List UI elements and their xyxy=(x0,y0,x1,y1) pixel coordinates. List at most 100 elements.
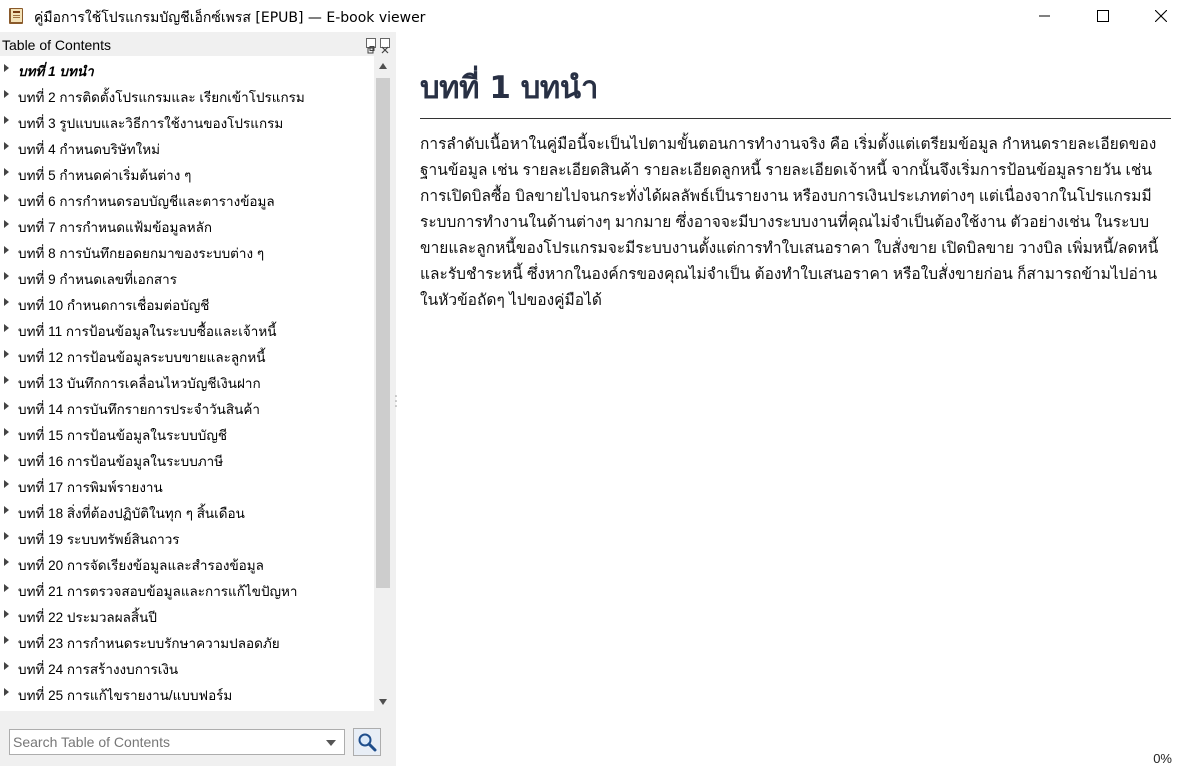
chapter-title: บทที่ 1 บทนำ xyxy=(420,70,598,106)
toc-item-label: บทที่ 7 การกำหนดแฟ้มข้อมูลหลัก xyxy=(18,220,213,235)
title-divider xyxy=(420,118,1171,119)
toc-item[interactable]: บทที่ 16 การป้อนข้อมูลในระบบภาษี xyxy=(0,446,374,472)
toc-item-label: บทที่ 5 กำหนดค่าเริ่มต้นต่าง ๆ xyxy=(18,168,192,183)
expand-arrow-icon[interactable] xyxy=(4,272,9,280)
expand-arrow-icon[interactable] xyxy=(4,558,9,566)
toc-scrollbar[interactable] xyxy=(374,56,392,711)
chevron-down-icon[interactable] xyxy=(326,740,336,746)
toc-item[interactable]: บทที่ 14 การบันทึกรายการประจำวันสินค้า xyxy=(0,394,374,420)
chapter-paragraph: การลำดับเนื้อหาในคู่มือนี้จะเป็นไปตามขั้… xyxy=(420,136,1159,309)
toc-item[interactable]: บทที่ 21 การตรวจสอบข้อมูลและการแก้ไขปัญห… xyxy=(0,576,374,602)
expand-arrow-icon[interactable] xyxy=(4,194,9,202)
toc-item[interactable]: บทที่ 10 กำหนดการเชื่อมต่อบัญชี xyxy=(0,290,374,316)
toc-item[interactable]: บทที่ 12 การป้อนข้อมูลระบบขายและลูกหนี้ xyxy=(0,342,374,368)
window-title: คู่มือการใช้โปรแกรมบัญชีเอ็กซ์เพรส [EPUB… xyxy=(34,10,426,26)
toc-item-label: บทที่ 9 กำหนดเลขที่เอกสาร xyxy=(18,272,178,287)
expand-arrow-icon[interactable] xyxy=(4,220,9,228)
float-panel-icon[interactable] xyxy=(366,38,376,54)
toc-list: บทที่ 1 บทนำบทที่ 2 การติดตั้งโปรแกรมและ… xyxy=(0,56,374,711)
toc-item[interactable]: บทที่ 24 การสร้างงบการเงิน xyxy=(0,654,374,680)
close-icon xyxy=(1155,10,1167,22)
toc-item-label: บทที่ 2 การติดตั้งโปรแกรมและ เรียกเข้าโป… xyxy=(18,90,305,105)
toc-item[interactable]: บทที่ 6 การกำหนดรอบบัญชีและตารางข้อมูล xyxy=(0,186,374,212)
toc-item-label: บทที่ 1 บทนำ xyxy=(18,64,94,79)
expand-arrow-icon[interactable] xyxy=(4,246,9,254)
toc-item[interactable]: บทที่ 17 การพิมพ์รายงาน xyxy=(0,472,374,498)
toc-item[interactable]: บทที่ 18 สิ่งที่ต้องปฏิบัติในทุก ๆ สิ้นเ… xyxy=(0,498,374,524)
expand-arrow-icon[interactable] xyxy=(4,142,9,150)
panel-splitter[interactable] xyxy=(395,393,397,407)
expand-arrow-icon[interactable] xyxy=(4,636,9,644)
toc-item-label: บทที่ 4 กำหนดบริษัทใหม่ xyxy=(18,142,161,157)
expand-arrow-icon[interactable] xyxy=(4,116,9,124)
toc-item-label: บทที่ 23 การกำหนดระบบรักษาความปลอดภัย xyxy=(18,636,280,651)
title-bar: คู่มือการใช้โปรแกรมบัญชีเอ็กซ์เพรส [EPUB… xyxy=(0,0,1190,32)
toc-item[interactable]: บทที่ 8 การบันทึกยอดยกมาของระบบต่าง ๆ xyxy=(0,238,374,264)
expand-arrow-icon[interactable] xyxy=(4,610,9,618)
expand-arrow-icon[interactable] xyxy=(4,376,9,384)
expand-arrow-icon[interactable] xyxy=(4,662,9,670)
toc-item-label: บทที่ 11 การป้อนข้อมูลในระบบซื้อและเจ้าห… xyxy=(18,324,277,339)
expand-arrow-icon[interactable] xyxy=(4,480,9,488)
expand-arrow-icon[interactable] xyxy=(4,298,9,306)
scroll-down-icon[interactable] xyxy=(379,699,387,705)
expand-arrow-icon[interactable] xyxy=(4,90,9,98)
toc-search-combobox[interactable] xyxy=(9,729,345,755)
toc-item-label: บทที่ 8 การบันทึกยอดยกมาของระบบต่าง ๆ xyxy=(18,246,265,261)
search-icon xyxy=(358,733,377,752)
toc-item[interactable]: บทที่ 3 รูปแบบและวิธีการใช้งานของโปรแกรม xyxy=(0,108,374,134)
toc-panel: Table of Contents บทที่ 1 บทนำบทที่ 2 กา… xyxy=(0,32,396,766)
toc-item[interactable]: บทที่ 1 บทนำ xyxy=(0,56,374,82)
expand-arrow-icon[interactable] xyxy=(4,584,9,592)
toc-item[interactable]: บทที่ 19 ระบบทรัพย์สินถาวร xyxy=(0,524,374,550)
search-button[interactable] xyxy=(353,728,381,756)
reading-progress: 0% xyxy=(1153,751,1172,766)
toc-item[interactable]: บทที่ 20 การจัดเรียงข้อมูลและสำรองข้อมูล xyxy=(0,550,374,576)
maximize-button[interactable] xyxy=(1074,0,1132,32)
expand-arrow-icon[interactable] xyxy=(4,428,9,436)
book-icon xyxy=(8,6,26,26)
minimize-button[interactable] xyxy=(1016,0,1074,32)
toc-item-label: บทที่ 19 ระบบทรัพย์สินถาวร xyxy=(18,532,180,547)
toc-item-label: บทที่ 21 การตรวจสอบข้อมูลและการแก้ไขปัญห… xyxy=(18,584,298,599)
expand-arrow-icon[interactable] xyxy=(4,324,9,332)
toc-item[interactable]: บทที่ 25 การแก้ไขรายงาน/แบบฟอร์ม xyxy=(0,680,374,706)
toc-item[interactable]: บทที่ 15 การป้อนข้อมูลในระบบบัญชี xyxy=(0,420,374,446)
toc-item-label: บทที่ 18 สิ่งที่ต้องปฏิบัติในทุก ๆ สิ้นเ… xyxy=(18,506,245,521)
toc-item[interactable]: บทที่ 22 ประมวลผลสิ้นปี xyxy=(0,602,374,628)
toc-item-label: บทที่ 3 รูปแบบและวิธีการใช้งานของโปรแกรม xyxy=(18,116,284,131)
toc-item[interactable]: บทที่ 7 การกำหนดแฟ้มข้อมูลหลัก xyxy=(0,212,374,238)
toc-search-input[interactable] xyxy=(13,732,313,752)
toc-header: Table of Contents xyxy=(2,37,111,53)
toc-item-label: บทที่ 15 การป้อนข้อมูลในระบบบัญชี xyxy=(18,428,227,443)
toc-item-label: บทที่ 25 การแก้ไขรายงาน/แบบฟอร์ม xyxy=(18,688,233,703)
toc-item-label: บทที่ 13 บันทึกการเคลื่อนไหวบัญชีเงินฝาก xyxy=(18,376,261,391)
expand-arrow-icon[interactable] xyxy=(4,532,9,540)
toc-item-label: บทที่ 24 การสร้างงบการเงิน xyxy=(18,662,179,677)
expand-arrow-icon[interactable] xyxy=(4,64,9,72)
toc-item[interactable]: บทที่ 9 กำหนดเลขที่เอกสาร xyxy=(0,264,374,290)
toc-item-label: บทที่ 22 ประมวลผลสิ้นปี xyxy=(18,610,157,625)
toc-item[interactable]: บทที่ 13 บันทึกการเคลื่อนไหวบัญชีเงินฝาก xyxy=(0,368,374,394)
expand-arrow-icon[interactable] xyxy=(4,168,9,176)
toc-item-label: บทที่ 20 การจัดเรียงข้อมูลและสำรองข้อมูล xyxy=(18,558,264,573)
toc-item[interactable]: บทที่ 11 การป้อนข้อมูลในระบบซื้อและเจ้าห… xyxy=(0,316,374,342)
toc-item-label: บทที่ 16 การป้อนข้อมูลในระบบภาษี xyxy=(18,454,224,469)
expand-arrow-icon[interactable] xyxy=(4,350,9,358)
toc-item-label: บทที่ 14 การบันทึกรายการประจำวันสินค้า xyxy=(18,402,260,417)
toc-item[interactable]: บทที่ 4 กำหนดบริษัทใหม่ xyxy=(0,134,374,160)
expand-arrow-icon[interactable] xyxy=(4,688,9,696)
expand-arrow-icon[interactable] xyxy=(4,454,9,462)
toc-item-label: บทที่ 6 การกำหนดรอบบัญชีและตารางข้อมูล xyxy=(18,194,275,209)
toc-item[interactable]: บทที่ 23 การกำหนดระบบรักษาความปลอดภัย xyxy=(0,628,374,654)
scroll-thumb[interactable] xyxy=(376,78,390,588)
expand-arrow-icon[interactable] xyxy=(4,402,9,410)
close-panel-icon[interactable] xyxy=(380,38,390,54)
expand-arrow-icon[interactable] xyxy=(4,506,9,514)
toc-item[interactable]: บทที่ 2 การติดตั้งโปรแกรมและ เรียกเข้าโป… xyxy=(0,82,374,108)
close-button[interactable] xyxy=(1132,0,1190,32)
scroll-up-icon[interactable] xyxy=(379,63,387,69)
toc-item[interactable]: บทที่ 5 กำหนดค่าเริ่มต้นต่าง ๆ xyxy=(0,160,374,186)
toc-item-label: บทที่ 17 การพิมพ์รายงาน xyxy=(18,480,163,495)
toc-item-label: บทที่ 12 การป้อนข้อมูลระบบขายและลูกหนี้ xyxy=(18,350,266,365)
